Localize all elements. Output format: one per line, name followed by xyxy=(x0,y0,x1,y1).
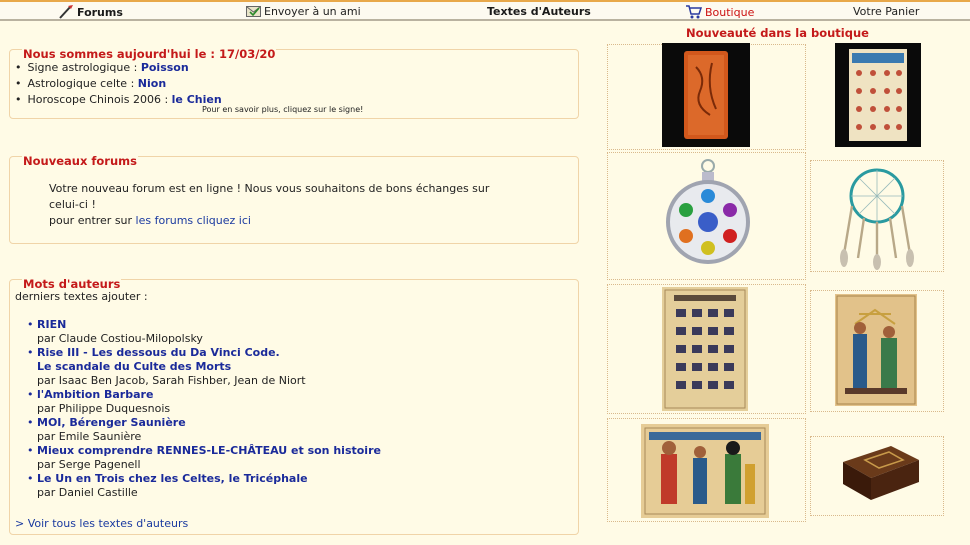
product-wooden-box[interactable] xyxy=(835,440,925,506)
shop-title: Nouveauté dans la boutique xyxy=(686,26,869,40)
author-text-title[interactable]: Le Un en Trois chez les Celtes, le Tricé… xyxy=(37,472,381,486)
authors-subtitle: derniers textes ajouter : xyxy=(15,290,148,303)
authors-title: Mots d'auteurs xyxy=(22,277,122,291)
author-text-author: par Isaac Ben Jacob, Sarah Fishber, Jean… xyxy=(37,374,306,387)
author-text-title-2[interactable]: Le scandale du Culte des Morts xyxy=(37,360,381,374)
author-text-item: Le Un en Trois chez les Celtes, le Tricé… xyxy=(27,472,381,500)
product-chakra-pendant[interactable] xyxy=(662,156,754,276)
product-hieroglyph-papyrus[interactable] xyxy=(662,287,748,411)
author-text-title[interactable]: Rise III - Les dessous du Da Vinci Code. xyxy=(37,346,381,360)
top-navigation: Forums Envoyer à un ami Textes d'Auteurs… xyxy=(0,0,970,21)
forums-text: Votre nouveau forum est en ligne ! Nous … xyxy=(49,181,529,229)
author-text-item: Rise III - Les dessous du Da Vinci Code.… xyxy=(27,346,381,388)
author-text-author: par Daniel Castille xyxy=(37,486,138,499)
forums-line: celui-ci ! xyxy=(49,198,96,211)
nav-envoyer-label: Envoyer à un ami xyxy=(264,5,361,18)
nav-panier-label: Votre Panier xyxy=(853,5,920,18)
today-list: Signe astrologique : Poisson Astrologiqu… xyxy=(15,60,222,108)
author-text-title[interactable]: MOI, Bérenger Saunière xyxy=(37,416,381,430)
today-item-label: Signe astrologique : xyxy=(27,61,141,74)
author-text-author: par Emile Saunière xyxy=(37,430,142,443)
author-text-item: Mieux comprendre RENNES-LE-CHÂTEAU et so… xyxy=(27,444,381,472)
forums-title: Nouveaux forums xyxy=(22,154,138,168)
author-text-author: par Philippe Duquesnois xyxy=(37,402,171,415)
author-text-title[interactable]: l'Ambition Barbare xyxy=(37,388,381,402)
author-text-title[interactable]: RIEN xyxy=(37,318,381,332)
nav-boutique[interactable]: Boutique xyxy=(686,5,754,19)
authors-list: RIEN par Claude Costiou-Milopolsky Rise … xyxy=(27,318,381,500)
forums-line: Votre nouveau forum est en ligne ! Nous … xyxy=(49,182,490,195)
today-item-label: Horoscope Chinois 2006 : xyxy=(27,93,172,106)
cart-icon xyxy=(686,5,702,19)
product-alphabet-papyrus[interactable] xyxy=(835,43,921,147)
today-title: Nous sommes aujourd'hui le : 17/03/20 xyxy=(22,47,277,61)
author-text-author: par Claude Costiou-Milopolsky xyxy=(37,332,203,345)
envelope-icon xyxy=(246,6,261,17)
product-dream-catcher[interactable] xyxy=(830,162,924,270)
today-item-value[interactable]: Nion xyxy=(138,77,166,90)
nav-forums[interactable]: Forums xyxy=(58,5,123,19)
today-item-value[interactable]: Poisson xyxy=(141,61,189,74)
nav-panier[interactable]: Votre Panier xyxy=(853,5,919,18)
nav-textes[interactable]: Textes d'Auteurs xyxy=(487,5,591,18)
authors-box: Mots d'auteurs derniers textes ajouter :… xyxy=(9,277,579,535)
quill-icon xyxy=(59,5,73,19)
today-hint: Pour en savoir plus, cliquez sur le sign… xyxy=(202,105,364,114)
today-item: Horoscope Chinois 2006 : le Chien xyxy=(15,92,222,108)
product-orange-tablet[interactable] xyxy=(662,43,750,147)
forums-prefix: pour entrer sur xyxy=(49,214,136,227)
author-text-title[interactable]: Mieux comprendre RENNES-LE-CHÂTEAU et so… xyxy=(37,444,381,458)
today-box: Nous sommes aujourd'hui le : 17/03/20 Si… xyxy=(9,47,579,119)
author-text-author: par Serge Pagenell xyxy=(37,458,141,471)
forums-link[interactable]: les forums cliquez ici xyxy=(136,214,251,227)
nav-forums-label: Forums xyxy=(77,5,123,19)
nav-boutique-label: Boutique xyxy=(705,5,755,19)
nav-textes-label: Textes d'Auteurs xyxy=(487,5,591,18)
author-text-item: l'Ambition Barbare par Philippe Duquesno… xyxy=(27,388,381,416)
author-text-item: MOI, Bérenger Saunière par Emile Saunièr… xyxy=(27,416,381,444)
forums-line: pour entrer sur les forums cliquez ici xyxy=(49,213,529,229)
author-text-item: RIEN par Claude Costiou-Milopolsky xyxy=(27,318,381,346)
today-item-label: Astrologique celte : xyxy=(27,77,138,90)
today-item: Astrologique celte : Nion xyxy=(15,76,222,92)
product-pharaoh-papyrus[interactable] xyxy=(835,294,917,406)
nav-envoyer[interactable]: Envoyer à un ami xyxy=(246,5,361,18)
product-egyptian-scene[interactable] xyxy=(641,424,769,518)
see-all-texts-link[interactable]: > Voir tous les textes d'auteurs xyxy=(15,517,188,530)
today-item: Signe astrologique : Poisson xyxy=(15,60,222,76)
forums-box: Nouveaux forums Votre nouveau forum est … xyxy=(9,154,579,244)
